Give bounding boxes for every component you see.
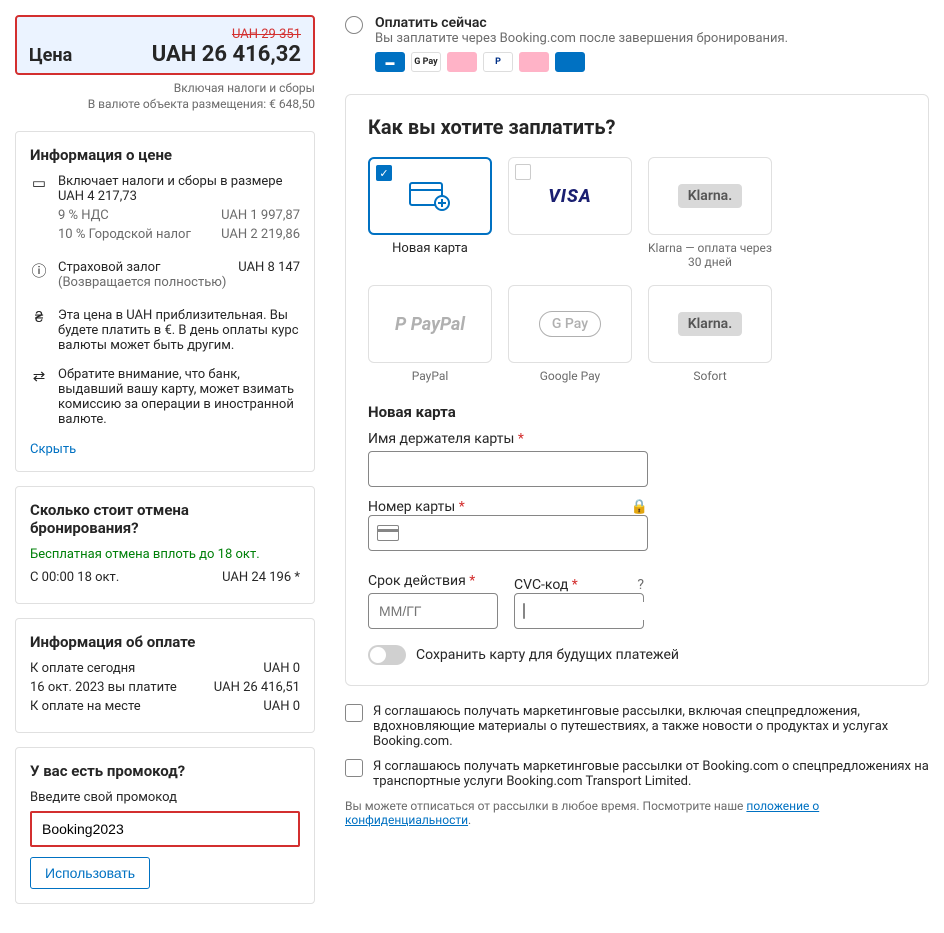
pay-now-desc: Вы заплатите через Booking.com после зав… bbox=[375, 31, 788, 46]
how-to-pay-heading: Как вы хотите заплатить? bbox=[368, 115, 906, 139]
promo-input[interactable] bbox=[30, 811, 300, 847]
method-sofort-label: Sofort bbox=[648, 369, 772, 383]
klarna-mini-icon-2 bbox=[519, 52, 549, 72]
price-info-heading: Информация о цене bbox=[30, 146, 300, 164]
method-sofort[interactable]: Klarna. Sofort bbox=[648, 285, 772, 383]
bank-note: Обратите внимание, что банк, выдавший ва… bbox=[58, 367, 300, 427]
new-card-section-heading: Новая карта bbox=[368, 403, 906, 421]
tax-note: Включая налоги и сборы bbox=[15, 81, 315, 95]
pay-onsite-value: UAH 0 bbox=[263, 699, 300, 714]
apply-promo-button[interactable]: Использовать bbox=[30, 857, 150, 889]
pay-now-title: Оплатить сейчас bbox=[375, 15, 788, 31]
deposit-value: UAH 8 147 bbox=[238, 260, 300, 290]
cvc-card-icon bbox=[523, 603, 525, 619]
klarna-mini-icon bbox=[447, 52, 477, 72]
vat-label: 9 % НДС bbox=[58, 208, 221, 223]
deposit-sub: (Возвращается полностью) bbox=[58, 275, 226, 290]
save-card-label: Сохранить карту для будущих платежей bbox=[416, 647, 679, 663]
pay-later-value: UAH 26 416,51 bbox=[214, 680, 300, 695]
cardnumber-input-wrap[interactable] bbox=[368, 515, 648, 551]
currency-icon: ₴ bbox=[30, 308, 48, 353]
cvc-label: CVC-код * bbox=[514, 577, 578, 593]
method-new-card-label: Новая карта bbox=[368, 241, 492, 256]
pay-later-label: 16 окт. 2023 вы платите bbox=[30, 680, 214, 695]
pay-today-value: UAH 0 bbox=[263, 661, 300, 676]
method-paypal[interactable]: P PayPal PayPal bbox=[368, 285, 492, 383]
exchange-icon: ⇄ bbox=[30, 367, 48, 427]
card-mini-icon bbox=[377, 525, 399, 541]
consent-transport-checkbox[interactable] bbox=[345, 759, 363, 777]
expiry-label: Срок действия * bbox=[368, 573, 498, 589]
method-klarna-desc: Klarna — оплата через 30 дней bbox=[648, 241, 772, 269]
method-paypal-label: PayPal bbox=[368, 369, 492, 383]
city-tax-value: UAH 2 219,86 bbox=[221, 227, 300, 242]
payment-info-heading: Информация об оплате bbox=[30, 633, 300, 651]
cash-icon: ▭ bbox=[30, 174, 48, 246]
current-price: UAH 26 416,32 bbox=[152, 42, 301, 67]
cancel-from-label: С 00:00 18 окт. bbox=[30, 570, 222, 585]
method-visa[interactable]: VISA bbox=[508, 157, 632, 269]
promo-heading: У вас есть промокод? bbox=[30, 762, 300, 780]
checkbox-empty-icon bbox=[515, 164, 531, 180]
approx-note: Эта цена в UAH приблизительная. Вы будет… bbox=[58, 308, 300, 353]
hide-link[interactable]: Скрыть bbox=[30, 442, 76, 457]
sofort-klarna-logo: Klarna. bbox=[678, 312, 742, 336]
deposit-label: Страховой залог bbox=[58, 260, 160, 275]
pay-now-radio[interactable] bbox=[345, 16, 363, 34]
payment-info-box: Информация об оплате К оплате сегодня UA… bbox=[15, 618, 315, 733]
visa-logo: VISA bbox=[548, 186, 591, 207]
price-summary-box: UAH 29 351 Цена UAH 26 416,32 bbox=[15, 15, 315, 75]
cardnumber-input[interactable] bbox=[407, 524, 639, 542]
vat-value: UAH 1 997,87 bbox=[221, 208, 300, 223]
consent-marketing-checkbox[interactable] bbox=[345, 704, 363, 722]
cancel-heading: Сколько стоит отмена бронирования? bbox=[30, 501, 300, 537]
save-card-toggle[interactable] bbox=[368, 645, 406, 665]
new-card-icon bbox=[408, 179, 452, 213]
price-label: Цена bbox=[29, 45, 72, 66]
promo-sub: Введите свой промокод bbox=[30, 790, 300, 805]
cardnumber-label: Номер карты * bbox=[368, 499, 465, 515]
paypal-mini-icon: P bbox=[483, 52, 513, 72]
payment-logos-row: ▬ G Pay P bbox=[375, 52, 788, 72]
gpay-mini-icon: G Pay bbox=[411, 52, 441, 72]
consent-marketing-text: Я соглашаюсь получать маркетинговые расс… bbox=[373, 704, 929, 749]
cancellation-box: Сколько стоит отмена бронирования? Беспл… bbox=[15, 486, 315, 604]
paypal-logo: P PayPal bbox=[395, 314, 465, 335]
city-tax-label: 10 % Городской налог bbox=[58, 227, 221, 242]
info-icon: ⓘ bbox=[30, 260, 48, 294]
cardholder-label: Имя держателя карты * bbox=[368, 431, 906, 447]
cardholder-input[interactable] bbox=[368, 451, 648, 487]
check-icon: ✓ bbox=[376, 165, 392, 181]
free-cancel-line: Бесплатная отмена вплоть до 18 окт. bbox=[30, 547, 300, 562]
help-icon[interactable]: ? bbox=[637, 577, 644, 593]
privacy-fineprint: Вы можете отписаться от рассылки в любое… bbox=[345, 799, 929, 827]
consent-transport-text: Я соглашаюсь получать маркетинговые расс… bbox=[373, 759, 929, 789]
klarna-logo: Klarna. bbox=[678, 184, 742, 208]
method-new-card[interactable]: ✓ Новая карта bbox=[368, 157, 492, 269]
cancel-from-value: UAH 24 196 * bbox=[222, 570, 300, 585]
method-klarna-30[interactable]: Klarna. Klarna — оплата через 30 дней bbox=[648, 157, 772, 269]
price-info-box: Информация о цене ▭ Включает налоги и сб… bbox=[15, 131, 315, 472]
lock-icon: 🔒 bbox=[631, 499, 648, 515]
other-mini-icon bbox=[555, 52, 585, 72]
method-gpay[interactable]: G Pay Google Pay bbox=[508, 285, 632, 383]
old-price: UAH 29 351 bbox=[29, 27, 301, 42]
cvc-input-wrap[interactable] bbox=[514, 593, 644, 629]
method-gpay-label: Google Pay bbox=[508, 369, 632, 383]
promo-box: У вас есть промокод? Введите свой промок… bbox=[15, 747, 315, 904]
pay-today-label: К оплате сегодня bbox=[30, 661, 263, 676]
includes-taxes-text: Включает налоги и сборы в размере UAH 4 … bbox=[58, 174, 300, 204]
cvc-input[interactable] bbox=[533, 602, 718, 620]
currency-note: В валюте объекта размещения: € 648,50 bbox=[15, 97, 315, 111]
gpay-logo: G Pay bbox=[539, 311, 601, 337]
expiry-input[interactable] bbox=[368, 593, 498, 629]
pay-onsite-label: К оплате на месте bbox=[30, 699, 263, 714]
card-icon: ▬ bbox=[375, 52, 405, 72]
